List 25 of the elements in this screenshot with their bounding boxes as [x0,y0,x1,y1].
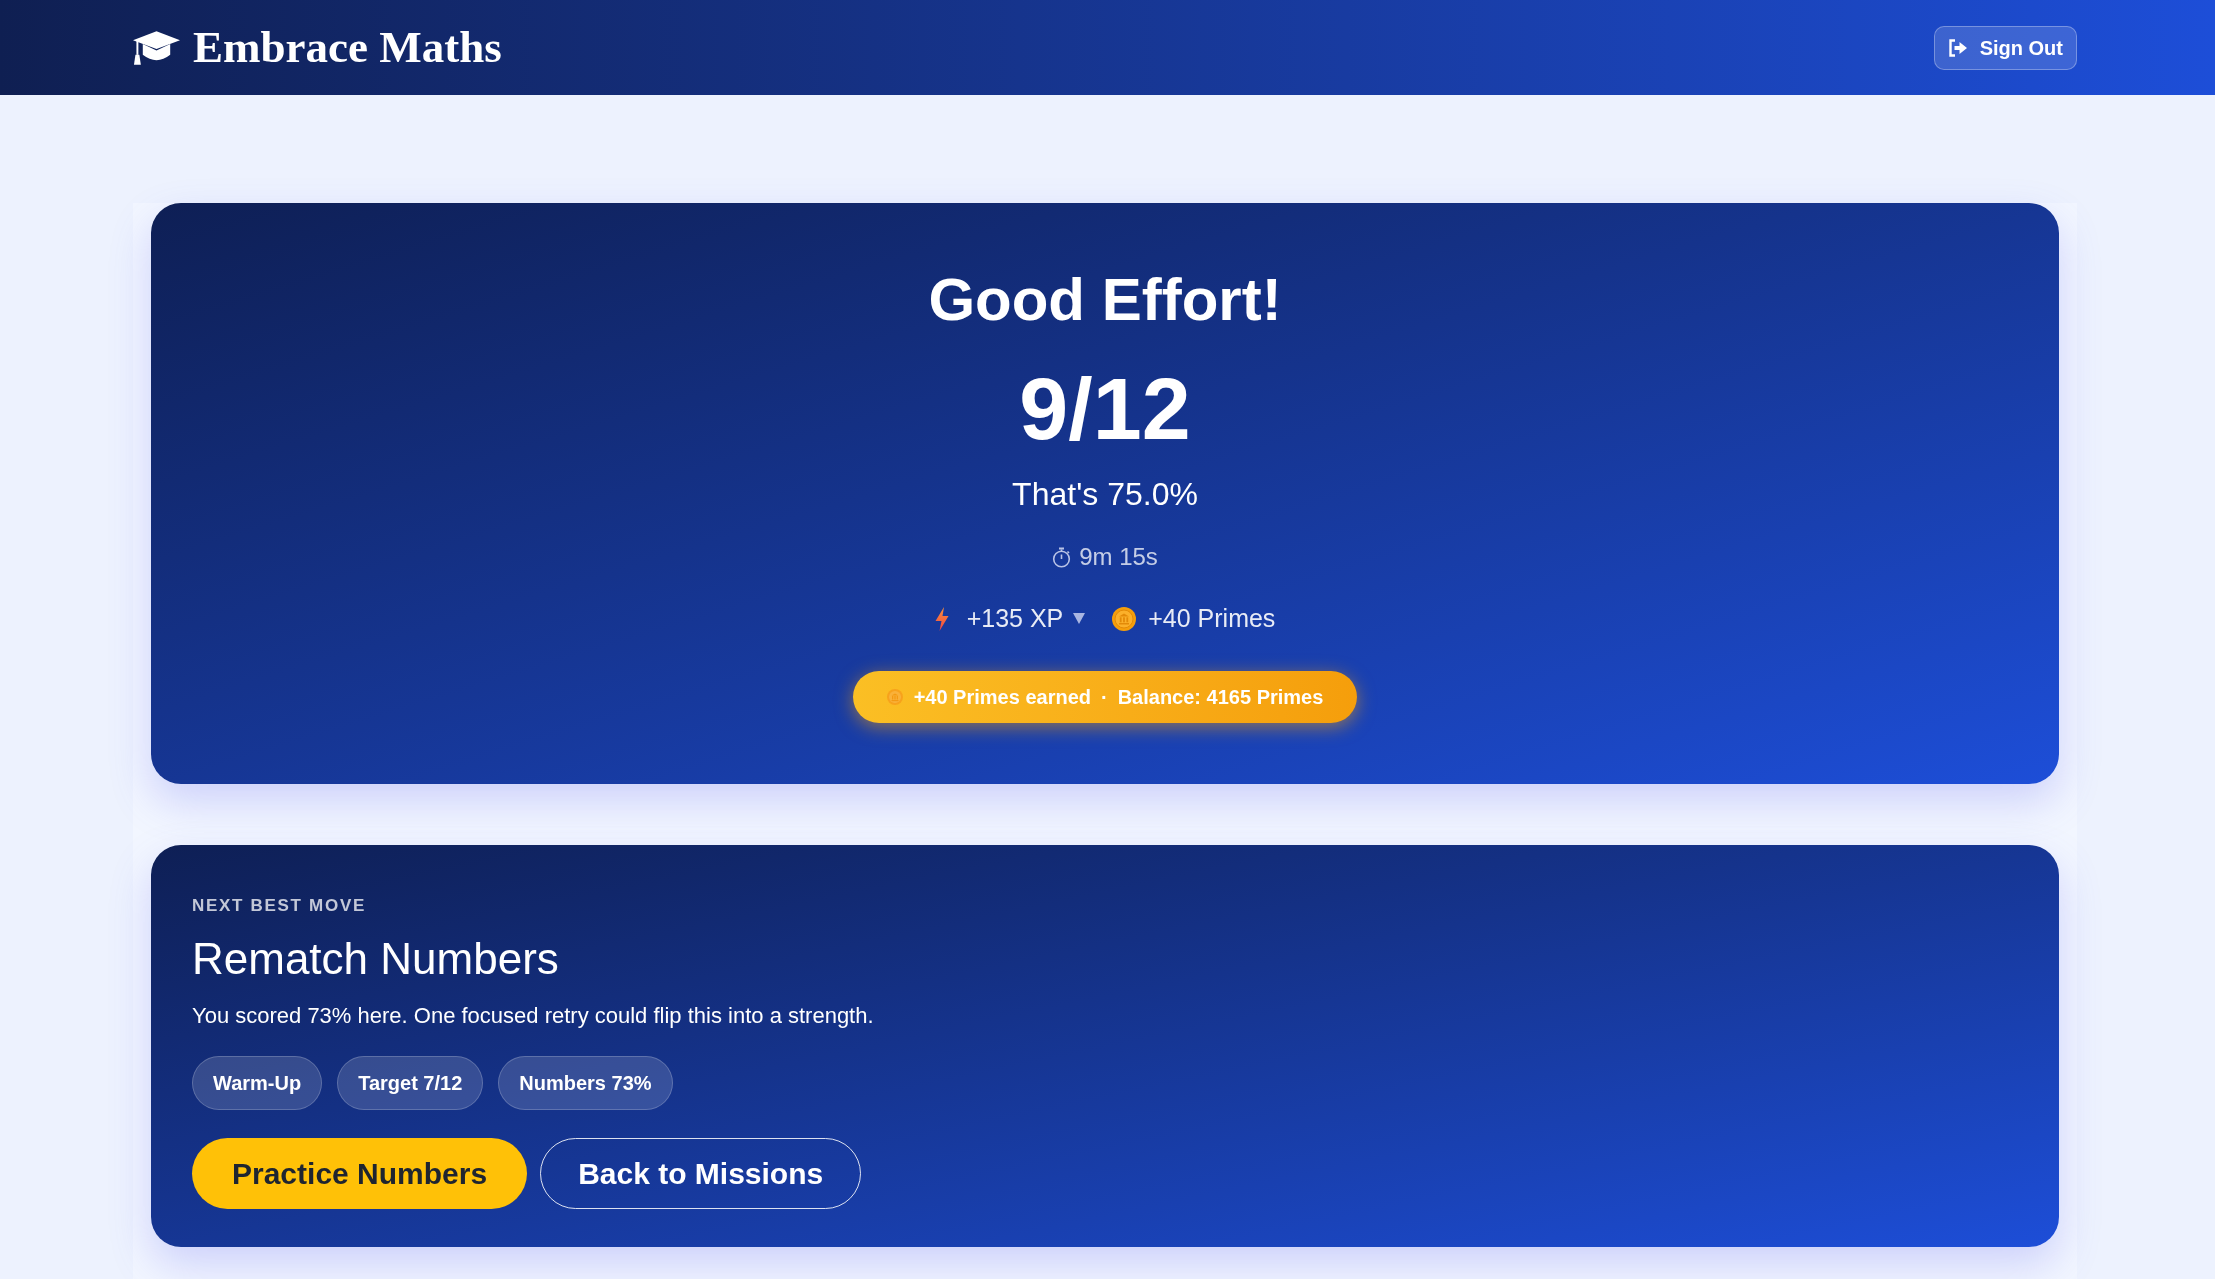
xp-reward-text: +135 XP [966,606,1064,631]
result-heading: Good Effort! [928,270,1282,330]
primes-earned-text: +40 Primes earned [913,687,1091,707]
primes-reward-text: +40 Primes [1148,606,1276,631]
tag-chip: Numbers 73% [498,1056,673,1110]
score-text: 9/12 [1019,365,1191,453]
sign-out-button[interactable]: Sign Out [1933,25,2077,70]
suggestion-text: You scored 73% here. One focused retry could flip this into a strength. [192,1005,875,1027]
stopwatch-icon [1052,546,1072,568]
logo-text: Embrace Maths [193,25,502,70]
practice-button[interactable]: Practice Numbers [192,1138,528,1209]
tag-chip: Warm-Up [192,1056,323,1110]
percentage-text: That's 75.0% [1012,478,1198,510]
coin-icon [886,689,903,705]
suggestion-title: Rematch Numbers [192,937,560,981]
graduation-cap-icon [133,30,180,65]
caret-down-icon[interactable] [1073,613,1086,624]
sign-out-icon [1947,38,1968,57]
tag-chip: Target 7/12 [337,1056,484,1110]
duration-text: 9m 15s [1079,545,1158,569]
separator-text: · [1101,687,1108,707]
section-label: NEXT BEST MOVE [192,897,367,914]
lightning-icon [934,606,949,631]
balance-text: Balance: 4165 Primes [1117,687,1324,707]
coin-icon [1112,606,1137,631]
